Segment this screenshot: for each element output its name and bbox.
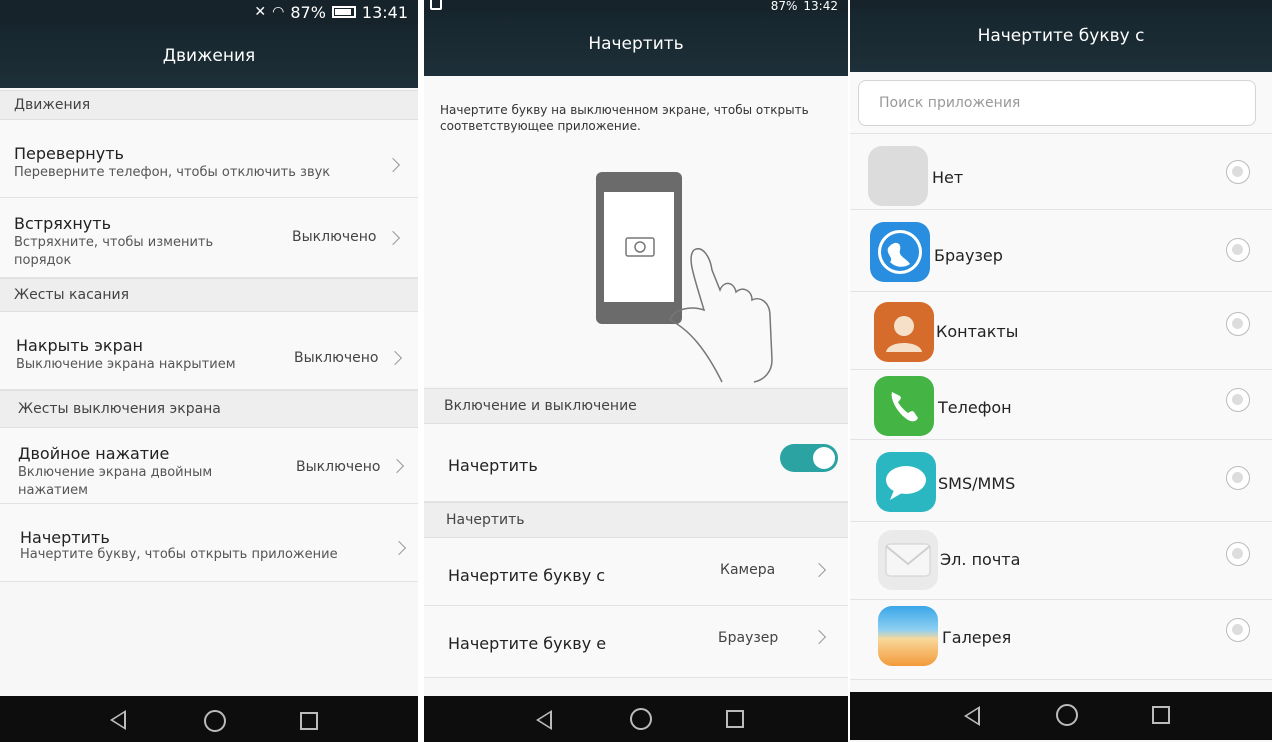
home-icon[interactable]: [1056, 704, 1078, 726]
double-tap-item[interactable]: Двойное нажатие Включение экрана двойным…: [0, 428, 418, 504]
section-draw: Начертить: [424, 502, 848, 538]
shake-item[interactable]: Встряхнуть Встряхните, чтобы изменить по…: [0, 198, 418, 278]
phone-gesture-illustration: [596, 172, 773, 383]
recent-apps-icon[interactable]: [1152, 706, 1170, 724]
battery-icon: [331, 6, 356, 18]
app-item-contacts[interactable]: Контакты: [850, 292, 1272, 370]
radio-none[interactable]: [1226, 160, 1250, 184]
draw-toggle-row[interactable]: Начертить: [424, 424, 848, 502]
double-tap-title: Двойное нажатие: [18, 444, 170, 463]
home-icon[interactable]: [204, 710, 226, 732]
choose-app-screen: Начертите букву с Поиск приложения Нет Б…: [850, 0, 1272, 742]
radio-email[interactable]: [1226, 542, 1250, 566]
browser-icon: [870, 222, 930, 282]
draw-toggle-label: Начертить: [448, 456, 538, 475]
page-title: Начертить: [424, 12, 848, 76]
radio-sms[interactable]: [1226, 466, 1250, 490]
section-motions: Движения: [0, 90, 418, 120]
shake-subtitle-line1: Встряхните, чтобы изменить: [14, 235, 214, 250]
shake-subtitle-line2: порядок: [14, 253, 72, 268]
draw-subtitle: Начертите букву, чтобы открыть приложени…: [20, 547, 338, 562]
draw-title: Начертить: [20, 528, 110, 547]
contacts-icon: [874, 302, 934, 362]
app-item-none[interactable]: Нет: [850, 134, 1272, 210]
recent-apps-icon[interactable]: [300, 712, 318, 730]
letter-c-item[interactable]: Начертите букву с Камера: [424, 538, 848, 606]
app-name: SMS/MMS: [938, 474, 1016, 493]
double-tap-subtitle-line1: Включение экрана двойным: [18, 465, 213, 480]
app-name: Браузер: [934, 246, 1003, 265]
toggle-knob: [813, 447, 835, 469]
navigation-bar: [0, 696, 418, 742]
wifi-icon: ◠: [272, 4, 285, 20]
letter-e-item[interactable]: Начертите букву е Браузер: [424, 606, 848, 678]
cover-subtitle: Выключение экрана накрытием: [16, 357, 236, 372]
recent-apps-icon[interactable]: [726, 710, 744, 728]
page-title: Движения: [0, 24, 418, 88]
letter-c-label: Начертите букву с: [448, 566, 606, 585]
navigation-bar: [850, 692, 1272, 740]
draw-item[interactable]: Начертить Начертите букву, чтобы открыть…: [0, 504, 418, 582]
app-item-gallery[interactable]: Галерея: [850, 600, 1272, 680]
letter-e-label: Начертите букву е: [448, 634, 607, 653]
status-bar: ✕ ◠ 87% 13:41: [0, 0, 418, 24]
home-icon[interactable]: [630, 708, 652, 730]
app-item-phone[interactable]: Телефон: [850, 370, 1272, 440]
flip-title: Перевернуть: [14, 144, 124, 163]
shake-title: Встряхнуть: [14, 214, 112, 233]
battery-percent: 87%: [290, 2, 326, 22]
app-item-email[interactable]: Эл. почта: [850, 522, 1272, 600]
status-bar: [850, 0, 1272, 8]
double-tap-subtitle-line2: нажатием: [18, 483, 88, 498]
app-item-browser[interactable]: Браузер: [850, 210, 1272, 292]
cover-title: Накрыть экран: [16, 336, 143, 355]
back-icon[interactable]: [964, 706, 980, 726]
flip-item[interactable]: Перевернуть Переверните телефон, чтобы о…: [0, 120, 418, 293]
app-name: Нет: [932, 168, 964, 187]
section-on-off: Включение и выключение: [424, 388, 848, 424]
none-icon: [868, 146, 928, 206]
search-input[interactable]: Поиск приложения: [858, 80, 1256, 126]
clock: 13:41: [361, 2, 408, 22]
app-item-sms[interactable]: SMS/MMS: [850, 440, 1272, 522]
page-title: Начертите букву с: [850, 8, 1272, 72]
cover-value: Выключено: [294, 350, 379, 366]
section-screen-off-gestures: Жесты выключения экрана: [0, 390, 418, 428]
status-bar: 87% 13:42: [424, 0, 848, 13]
double-tap-value: Выключено: [296, 459, 381, 475]
app-name: Галерея: [942, 628, 1012, 647]
phone-icon: [874, 376, 934, 436]
app-name: Контакты: [936, 322, 1019, 341]
radio-gallery[interactable]: [1226, 618, 1250, 642]
motions-screen: ✕ ◠ 87% 13:41 Движения Движения Переверн…: [0, 0, 418, 742]
letter-e-value: Браузер: [718, 630, 779, 646]
gallery-icon: [878, 606, 938, 666]
email-icon: [878, 530, 938, 590]
sms-icon: [876, 452, 936, 512]
draw-description: Начертите букву на выключенном экране, ч…: [440, 103, 809, 133]
radio-browser[interactable]: [1226, 238, 1250, 262]
mute-icon: ✕: [254, 4, 267, 20]
radio-phone[interactable]: [1226, 388, 1250, 412]
letter-c-value: Камера: [720, 562, 776, 578]
back-icon[interactable]: [536, 710, 552, 730]
shake-value: Выключено: [292, 229, 377, 245]
radio-contacts[interactable]: [1226, 312, 1250, 336]
draw-toggle-switch[interactable]: [780, 444, 838, 472]
cover-screen-item[interactable]: Накрыть экран Выключение экрана накрытие…: [0, 312, 418, 390]
draw-settings-screen: 87% 13:42 Начертить Начертите букву на в…: [424, 0, 848, 742]
app-name: Эл. почта: [940, 550, 1021, 569]
app-name: Телефон: [938, 398, 1012, 417]
flip-subtitle: Переверните телефон, чтобы отключить зву…: [14, 165, 331, 180]
back-icon[interactable]: [110, 710, 126, 730]
section-touch-gestures: Жесты касания: [0, 278, 418, 312]
screenshot-icon: [430, 0, 442, 10]
navigation-bar: [424, 696, 848, 742]
